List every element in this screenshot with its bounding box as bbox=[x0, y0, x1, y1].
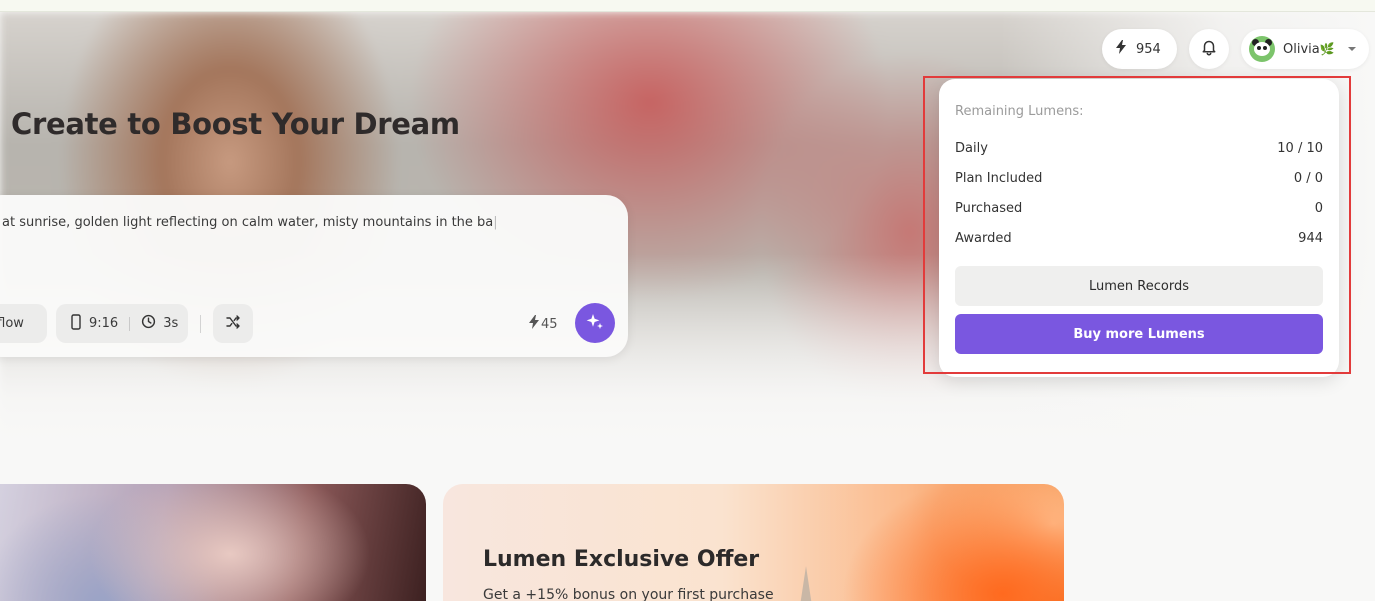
chevron-down-icon bbox=[1347, 42, 1357, 57]
feature-card-image[interactable] bbox=[0, 484, 426, 601]
buy-more-lumens-button[interactable]: Buy more Lumens bbox=[955, 314, 1323, 354]
shuffle-button[interactable] bbox=[213, 304, 253, 343]
top-bar bbox=[0, 0, 1375, 12]
user-name: Olivia bbox=[1283, 41, 1320, 57]
toolbar-divider bbox=[200, 315, 201, 333]
offer-card[interactable]: Lumen Exclusive Offer Get a +15% bonus o… bbox=[443, 484, 1064, 601]
row-label: Daily bbox=[955, 141, 988, 156]
lumen-records-button[interactable]: Lumen Records bbox=[955, 266, 1323, 306]
bolt-icon bbox=[529, 315, 539, 333]
user-badge: 🌿 bbox=[1319, 42, 1335, 56]
prompt-input[interactable]: at sunrise, golden light reflecting on c… bbox=[2, 215, 602, 230]
shuffle-icon bbox=[225, 314, 241, 334]
row-value: 0 / 0 bbox=[1293, 171, 1323, 186]
avatar-eye bbox=[1263, 46, 1267, 50]
generation-cost: 45 bbox=[529, 315, 558, 333]
offer-subtitle: Get a +15% bonus on your first purchase bbox=[483, 587, 774, 601]
workflow-chip[interactable]: cflow bbox=[0, 304, 47, 343]
prompt-card: at sunrise, golden light reflecting on c… bbox=[0, 195, 628, 357]
bolt-icon bbox=[1116, 40, 1126, 58]
user-menu[interactable]: Olivia 🌿 bbox=[1241, 29, 1369, 69]
lumens-row-purchased: Purchased 0 bbox=[955, 201, 1323, 216]
row-value: 0 bbox=[1314, 201, 1323, 216]
avatar bbox=[1249, 36, 1275, 62]
workflow-chip-label: cflow bbox=[0, 316, 24, 331]
lumens-row-daily: Daily 10 / 10 bbox=[955, 141, 1323, 156]
generate-button[interactable] bbox=[575, 303, 615, 343]
phone-icon bbox=[70, 313, 82, 334]
text-caret: | bbox=[493, 215, 498, 230]
lumens-balance-button[interactable]: 954 bbox=[1102, 29, 1177, 69]
duration-value: 3s bbox=[163, 316, 179, 331]
generation-cost-value: 45 bbox=[541, 316, 558, 332]
row-label: Purchased bbox=[955, 201, 1023, 216]
aspect-duration-chip[interactable]: 9:16 3s bbox=[56, 304, 188, 343]
popover-heading: Remaining Lumens: bbox=[955, 104, 1084, 119]
chip-separator bbox=[129, 316, 131, 331]
row-label: Plan Included bbox=[955, 171, 1043, 186]
aspect-ratio-value: 9:16 bbox=[89, 316, 119, 331]
bell-icon bbox=[1200, 38, 1218, 60]
offer-illustration bbox=[800, 566, 812, 601]
hero-title: Create to Boost Your Dream bbox=[11, 107, 460, 141]
clock-icon bbox=[141, 314, 156, 333]
lumens-popover: Remaining Lumens: Daily 10 / 10 Plan Inc… bbox=[939, 79, 1339, 377]
sparkle-icon bbox=[585, 312, 605, 335]
row-label: Awarded bbox=[955, 231, 1012, 246]
prompt-input-text: at sunrise, golden light reflecting on c… bbox=[2, 215, 494, 230]
lumens-count: 954 bbox=[1136, 41, 1161, 57]
row-value: 944 bbox=[1298, 231, 1323, 246]
avatar-eye bbox=[1257, 46, 1261, 50]
offer-title: Lumen Exclusive Offer bbox=[483, 547, 760, 572]
lumens-row-awarded: Awarded 944 bbox=[955, 231, 1323, 246]
lumens-row-plan-included: Plan Included 0 / 0 bbox=[955, 171, 1323, 186]
row-value: 10 / 10 bbox=[1277, 141, 1323, 156]
notifications-button[interactable] bbox=[1189, 29, 1229, 69]
